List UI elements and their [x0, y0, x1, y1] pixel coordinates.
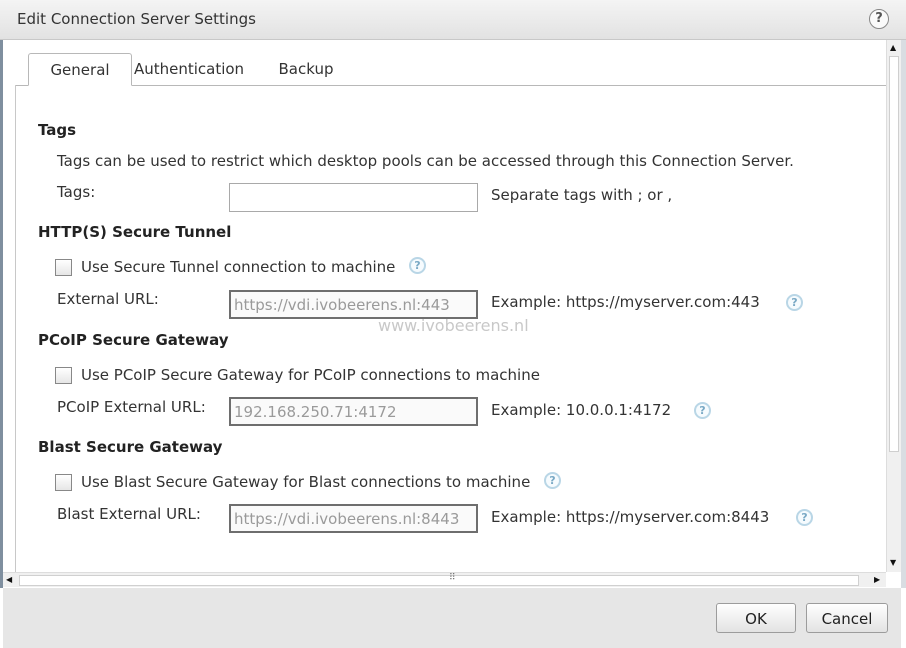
blast-checkbox-label[interactable]: Use Blast Secure Gateway for Blast conne…	[81, 473, 530, 491]
external-url-label: External URL:	[57, 290, 159, 308]
horizontal-scroll-thumb[interactable]: ⠿	[19, 573, 859, 586]
vertical-scroll-thumb[interactable]	[889, 56, 899, 452]
blast-url-label: Blast External URL:	[57, 505, 201, 523]
blast-checkbox[interactable]	[55, 474, 72, 491]
external-url-example: Example: https://myserver.com:443	[491, 293, 760, 311]
secure-tunnel-heading: HTTP(S) Secure Tunnel	[38, 223, 232, 241]
dialog-left-edge	[0, 40, 3, 588]
cancel-button[interactable]: Cancel	[806, 603, 888, 633]
content-border	[15, 85, 16, 572]
external-url-input[interactable]	[229, 290, 478, 319]
help-question-icon[interactable]: ?	[796, 509, 813, 526]
pcoip-checkbox[interactable]	[55, 367, 72, 384]
tab-backup[interactable]: Backup	[270, 53, 342, 85]
pcoip-checkbox-label[interactable]: Use PCoIP Secure Gateway for PCoIP conne…	[81, 366, 540, 384]
tags-heading: Tags	[38, 121, 77, 139]
ok-button[interactable]: OK	[716, 603, 796, 633]
pcoip-url-example: Example: 10.0.0.1:4172	[491, 401, 672, 419]
pcoip-heading: PCoIP Secure Gateway	[38, 331, 229, 349]
scroll-up-icon[interactable]: ▲	[890, 43, 896, 52]
grip-icon: ⠿	[449, 573, 456, 583]
scroll-left-icon[interactable]: ◀	[6, 575, 12, 584]
blast-url-input[interactable]	[229, 504, 478, 533]
tags-label: Tags:	[57, 183, 96, 201]
secure-tunnel-checkbox-label[interactable]: Use Secure Tunnel connection to machine	[81, 258, 395, 276]
secure-tunnel-checkbox[interactable]	[55, 259, 72, 276]
help-icon[interactable]: ?	[869, 9, 889, 29]
horizontal-scrollbar[interactable]: ◀ ⠿ ▶	[3, 572, 886, 587]
vertical-scrollbar[interactable]: ▲ ▼	[886, 40, 901, 572]
tags-input[interactable]	[229, 183, 478, 212]
tags-hint: Separate tags with ; or ,	[491, 186, 673, 204]
dialog-titlebar: Edit Connection Server Settings ?	[0, 0, 906, 40]
dialog-right-edge	[901, 40, 906, 588]
watermark: www.ivobeerens.nl	[378, 316, 529, 335]
tab-authentication[interactable]: Authentication	[133, 53, 245, 85]
tab-general[interactable]: General	[28, 53, 132, 86]
blast-heading: Blast Secure Gateway	[38, 438, 223, 456]
tags-description: Tags can be used to restrict which deskt…	[57, 152, 794, 170]
blast-url-example: Example: https://myserver.com:8443	[491, 508, 770, 526]
scroll-right-icon[interactable]: ▶	[874, 575, 880, 584]
pcoip-url-label: PCoIP External URL:	[57, 398, 206, 416]
help-question-icon[interactable]: ?	[544, 472, 561, 489]
help-question-icon[interactable]: ?	[786, 294, 803, 311]
help-question-icon[interactable]: ?	[409, 257, 426, 274]
tab-bar: General Authentication Backup	[15, 53, 886, 86]
scroll-down-icon[interactable]: ▼	[890, 558, 896, 567]
dialog-title: Edit Connection Server Settings	[17, 10, 256, 28]
pcoip-url-input[interactable]	[229, 397, 478, 426]
help-question-icon[interactable]: ?	[694, 402, 711, 419]
